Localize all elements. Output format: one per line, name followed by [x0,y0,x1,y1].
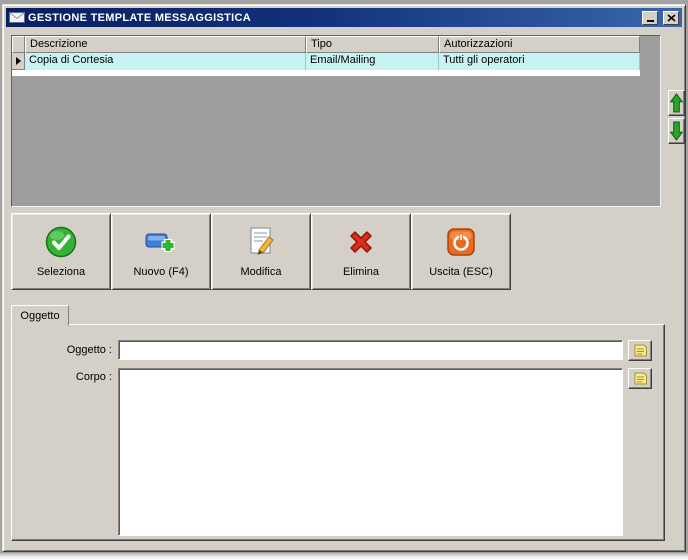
corpo-textarea[interactable] [118,368,623,536]
modifica-label: Modifica [240,266,282,278]
uscita-button[interactable]: Uscita (ESC) [411,213,511,290]
grid-header: Descrizione Tipo Autorizzazioni [12,36,660,53]
oggetto-panel: Oggetto : Corpo : [11,324,665,541]
uscita-label: Uscita (ESC) [429,266,493,278]
minimize-icon [646,20,654,22]
column-header-tipo[interactable]: Tipo [306,36,439,53]
template-grid: Descrizione Tipo Autorizzazioni Copia di… [11,35,661,207]
new-plus-icon [144,225,178,259]
cell-descrizione: Copia di Cortesia [25,53,306,70]
window-title: GESTIONE TEMPLATE MESSAGGISTICA [28,11,251,24]
mail-envelope-icon [9,11,25,24]
oggetto-input[interactable] [118,340,623,360]
nuovo-button[interactable]: Nuovo (F4) [111,213,211,290]
tab-oggetto[interactable]: Oggetto [11,305,69,326]
action-toolbar: Seleziona Nuovo (F4) Modifica Elimina Us… [11,213,511,290]
corpo-editor-button[interactable] [628,368,652,389]
elimina-label: Elimina [342,266,380,278]
select-check-icon [44,225,78,259]
modifica-button[interactable]: Modifica [211,213,311,290]
oggetto-label: Oggetto : [66,344,112,356]
exit-power-icon [444,225,478,259]
column-header-descrizione[interactable]: Descrizione [25,36,306,53]
nuovo-label: Nuovo (F4) [133,266,189,278]
minimize-button[interactable] [642,10,658,25]
arrow-up-icon [670,93,683,113]
cell-autorizzazioni: Tutti gli operatori [439,53,640,70]
move-up-button[interactable] [668,90,685,116]
row-selector-cell [12,53,25,70]
arrow-down-icon [670,121,683,141]
corpo-label: Corpo : [75,371,112,383]
note-icon [633,371,648,386]
edit-pencil-icon [244,225,278,259]
selected-row-marker-icon [15,57,21,65]
table-row[interactable]: Copia di Cortesia Email/Mailing Tutti gl… [12,53,640,70]
oggetto-editor-button[interactable] [628,340,652,361]
close-icon [666,13,676,22]
seleziona-label: Seleziona [36,266,86,278]
bottom-edge [0,553,688,560]
app-window: GESTIONE TEMPLATE MESSAGGISTICA Descrizi… [2,4,686,552]
column-header-autorizzazioni[interactable]: Autorizzazioni [439,36,640,53]
close-button[interactable] [663,10,679,25]
row-selector-header [12,36,25,53]
seleziona-button[interactable]: Seleziona [11,213,111,290]
move-down-button[interactable] [668,118,685,144]
elimina-button[interactable]: Elimina [311,213,411,290]
titlebar[interactable]: GESTIONE TEMPLATE MESSAGGISTICA [6,8,682,27]
note-icon [633,343,648,358]
grid-empty-row [12,70,640,76]
delete-x-icon [344,225,378,259]
cell-tipo: Email/Mailing [306,53,439,70]
